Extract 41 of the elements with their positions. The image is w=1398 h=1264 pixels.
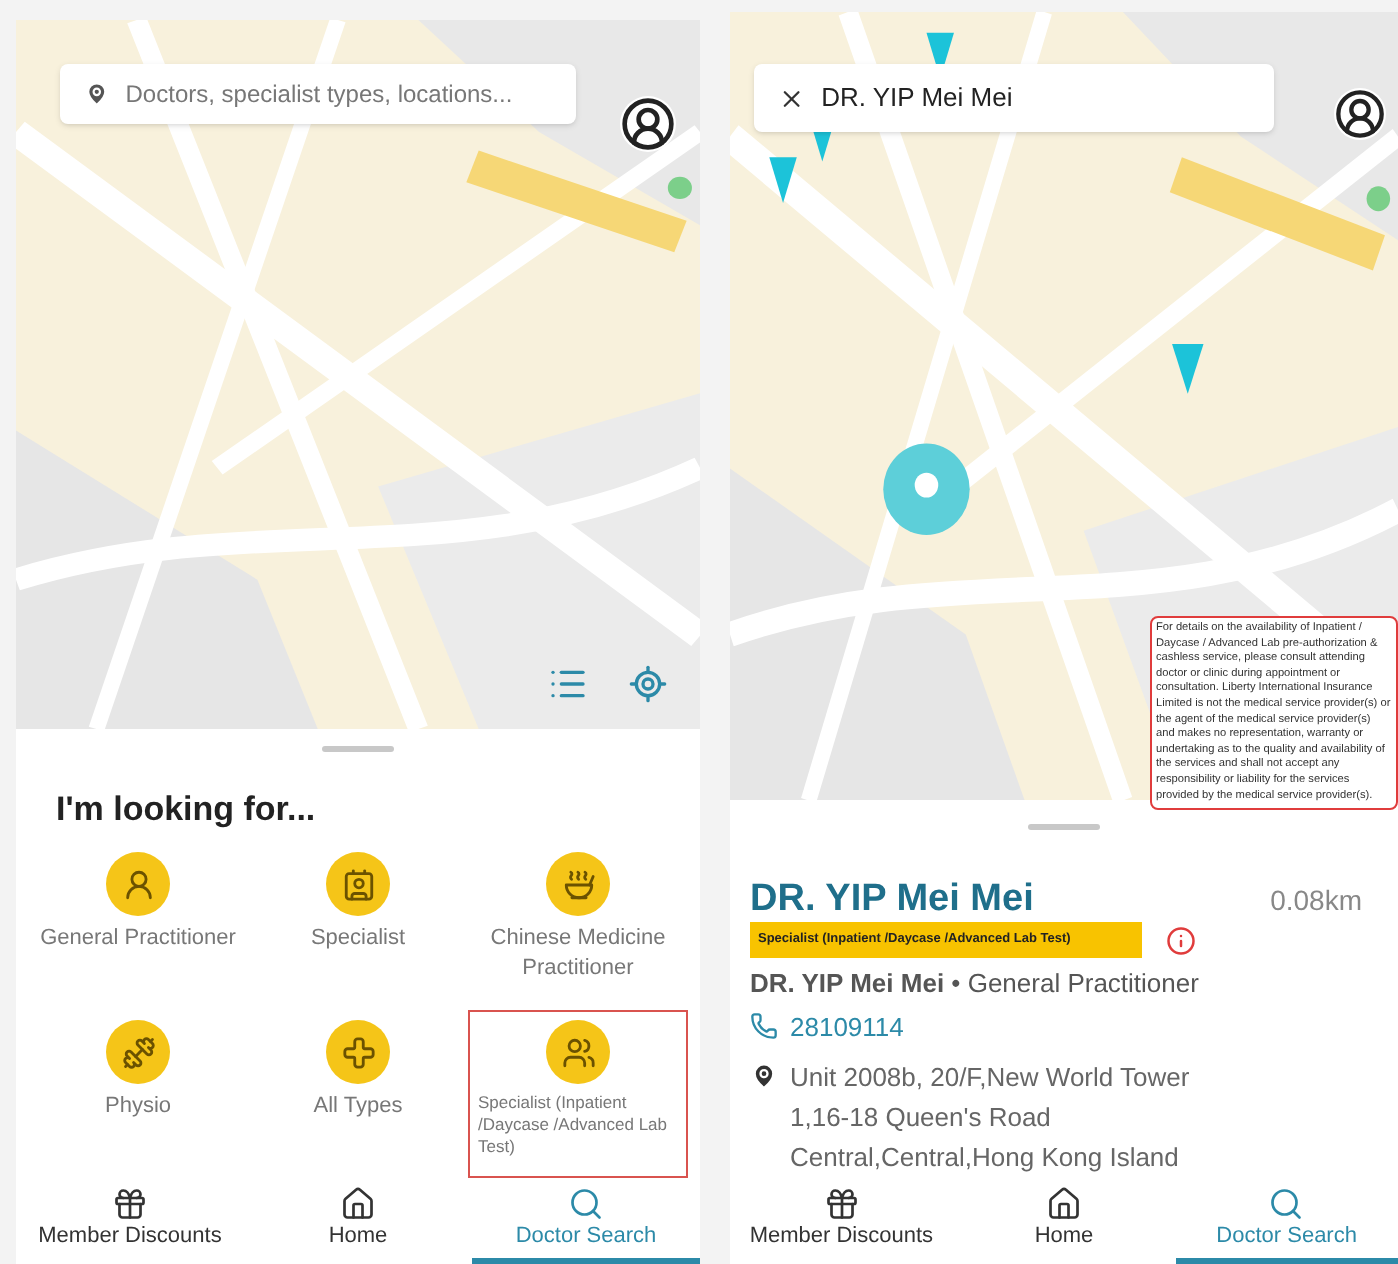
home-icon	[1045, 1186, 1082, 1222]
search-icon	[568, 1186, 604, 1222]
home-icon	[340, 1186, 376, 1222]
category-option[interactable]: Physio	[28, 1010, 248, 1178]
nav-tab[interactable]: Doctor Search	[1175, 1178, 1398, 1264]
search-field[interactable]: Doctors, specialist types, locations...	[125, 76, 552, 112]
cross-icon	[341, 1035, 375, 1069]
location-pin-icon	[84, 80, 110, 108]
people-icon	[561, 1035, 595, 1069]
nav-tab[interactable]: Doctor Search	[472, 1178, 700, 1264]
category-option[interactable]: General Practitioner	[28, 842, 248, 1010]
doctor-icon	[121, 867, 155, 901]
phone-link[interactable]: 28109114	[790, 1007, 904, 1046]
phone-icon	[750, 1012, 778, 1041]
sheet-title: I'm looking for...	[54, 787, 318, 832]
info-icon[interactable]	[1166, 925, 1196, 956]
doctor-name: DR. YIP Mei Mei	[750, 878, 1034, 923]
gift-icon	[112, 1186, 148, 1222]
search-icon	[1268, 1186, 1305, 1222]
location-pin-icon	[750, 1062, 778, 1090]
sheet-handle	[322, 745, 394, 751]
address-text: Unit 2008b, 20/F,New World Tower 1,16-18 Queen's Road Central,Central,Hong Kong Island	[790, 1060, 1192, 1176]
dumbbell-icon	[121, 1035, 155, 1069]
doctor-summary: DR. YIP Mei Mei • General Practitioner	[748, 966, 1201, 1002]
id-card-icon	[341, 867, 375, 901]
category-option[interactable]: Specialist (Inpatient /Daycase /Advanced Lab Test)	[468, 1010, 688, 1178]
bowl-icon	[561, 867, 595, 901]
category-option[interactable]: All Types	[248, 1010, 468, 1178]
nav-tab[interactable]: Home	[952, 1178, 1176, 1264]
search-bar[interactable]: DR. YIP Mei Mei	[754, 64, 1274, 132]
category-option[interactable]: Specialist	[248, 842, 468, 1010]
category-option[interactable]: Chinese Medicine Practitioner	[468, 842, 688, 1010]
locate-icon[interactable]	[628, 664, 668, 704]
distance-text: 0.08km	[1270, 882, 1362, 921]
nav-tab[interactable]: Member Discounts	[730, 1178, 953, 1264]
gift-icon	[823, 1186, 860, 1222]
search-field[interactable]: DR. YIP Mei Mei	[821, 78, 1250, 118]
search-bar[interactable]: Doctors, specialist types, locations...	[60, 64, 576, 124]
sheet-handle	[1028, 824, 1100, 831]
nav-tab[interactable]: Member Discounts	[16, 1178, 244, 1264]
nav-tab[interactable]: Home	[244, 1178, 472, 1264]
